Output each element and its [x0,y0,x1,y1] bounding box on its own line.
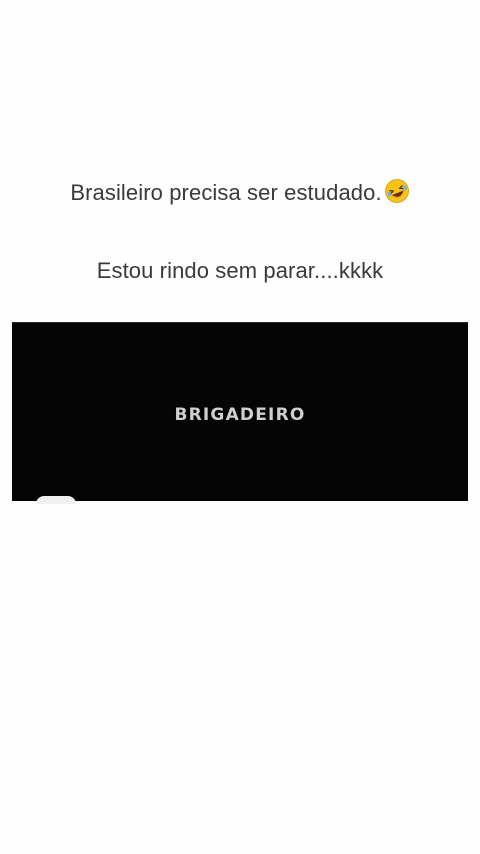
caption-line-2: Estou rindo sem parar....kkkk [96,258,384,283]
laughing-emoji-icon [384,178,410,204]
video-frame[interactable]: BRIGADEIRO [12,322,468,501]
caption-line-1: Brasileiro precisa ser estudado. [0,178,480,206]
screen: Brasileiro precisa ser estudado. Estou r… [0,0,480,854]
video-title: BRIGADEIRO [174,405,306,425]
caption-text-1: Brasileiro precisa ser estudado. [70,180,382,205]
progress-scrub-handle[interactable] [36,496,76,504]
